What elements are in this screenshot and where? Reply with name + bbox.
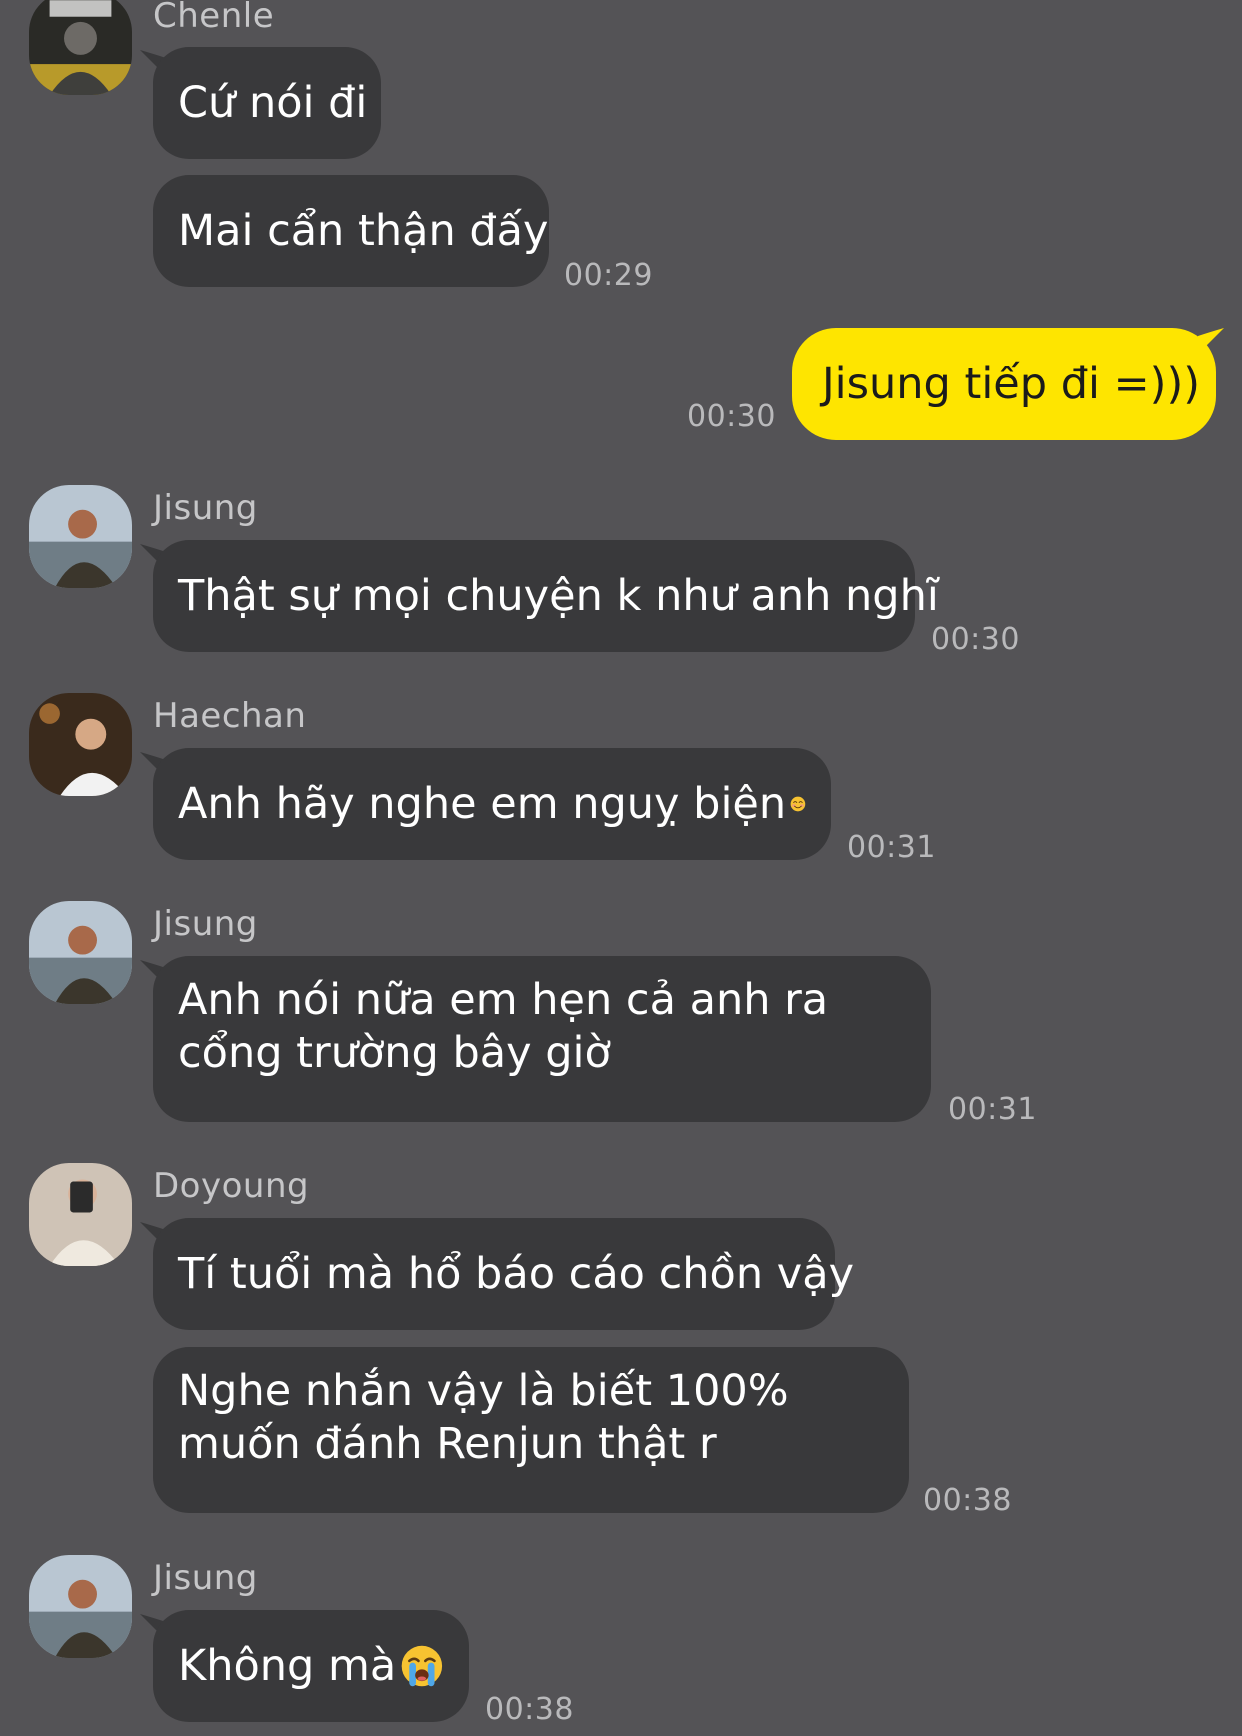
- avatar-jisung[interactable]: [29, 901, 132, 1004]
- message-bubble[interactable]: Anh hãy nghe em nguỵ biện: [153, 748, 831, 860]
- avatar-doyoung[interactable]: [29, 1163, 132, 1266]
- avatar-chenle[interactable]: [29, 0, 132, 95]
- message-bubble[interactable]: Cứ nói đi: [153, 47, 381, 159]
- avatar-haechan[interactable]: [29, 693, 132, 796]
- timestamp: 00:38: [923, 1483, 1012, 1518]
- message-bubble[interactable]: Mai cẩn thận đấy: [153, 175, 549, 287]
- avatar-jisung[interactable]: [29, 485, 132, 588]
- crying-face-emoji: [400, 1640, 444, 1692]
- timestamp: 00:31: [948, 1092, 1037, 1127]
- sender-name: Jisung: [153, 1558, 258, 1598]
- avatar-doyoung-photo: [29, 1163, 132, 1266]
- smiling-face-emoji: [790, 778, 806, 830]
- sender-name: Doyoung: [153, 1166, 310, 1206]
- my-message-bubble[interactable]: Jisung tiếp đi =))): [792, 328, 1216, 440]
- message-text: Cứ nói đi: [178, 77, 368, 128]
- message-bubble[interactable]: Nghe nhắn vậy là biết 100% muốn đánh Ren…: [153, 1347, 909, 1513]
- avatar-jisung-photo: [29, 485, 132, 588]
- timestamp: 00:30: [687, 399, 776, 434]
- message-text: Anh hãy nghe em nguỵ biện: [178, 778, 787, 829]
- avatar-haechan-photo: [29, 693, 132, 796]
- timestamp: 00:30: [931, 622, 1020, 657]
- message-bubble[interactable]: Anh nói nữa em hẹn cả anh ra cổng trường…: [153, 956, 931, 1122]
- message-text: Nghe nhắn vậy là biết 100% muốn đánh Ren…: [178, 1366, 789, 1469]
- timestamp: 00:38: [485, 1692, 574, 1727]
- message-text: Mai cẩn thận đấy: [178, 205, 549, 256]
- message-text: Tí tuổi mà hổ báo cáo chồn vậy: [178, 1248, 855, 1299]
- sender-name: Chenle: [153, 0, 275, 36]
- message-bubble[interactable]: Không mà: [153, 1610, 469, 1722]
- message-text: Anh nói nữa em hẹn cả anh ra cổng trường…: [178, 975, 829, 1078]
- message-bubble[interactable]: Thật sự mọi chuyện k như anh nghĩ: [153, 540, 939, 652]
- bubble-tail: [1198, 328, 1224, 354]
- message-bubble[interactable]: Tí tuổi mà hổ báo cáo chồn vậy: [153, 1218, 854, 1330]
- message-text: Thật sự mọi chuyện k như anh nghĩ: [178, 570, 939, 621]
- sender-name: Jisung: [153, 904, 258, 944]
- avatar-jisung[interactable]: [29, 1555, 132, 1658]
- message-text: Không mà: [178, 1640, 397, 1691]
- sender-name: Haechan: [153, 696, 307, 736]
- timestamp: 00:29: [564, 258, 653, 293]
- sender-name: Jisung: [153, 488, 258, 528]
- avatar-jisung-photo: [29, 901, 132, 1004]
- timestamp: 00:31: [847, 830, 936, 865]
- avatar-jisung-photo: [29, 1555, 132, 1658]
- message-text: Jisung tiếp đi =))): [822, 358, 1200, 409]
- avatar-chenle-photo: [29, 0, 132, 95]
